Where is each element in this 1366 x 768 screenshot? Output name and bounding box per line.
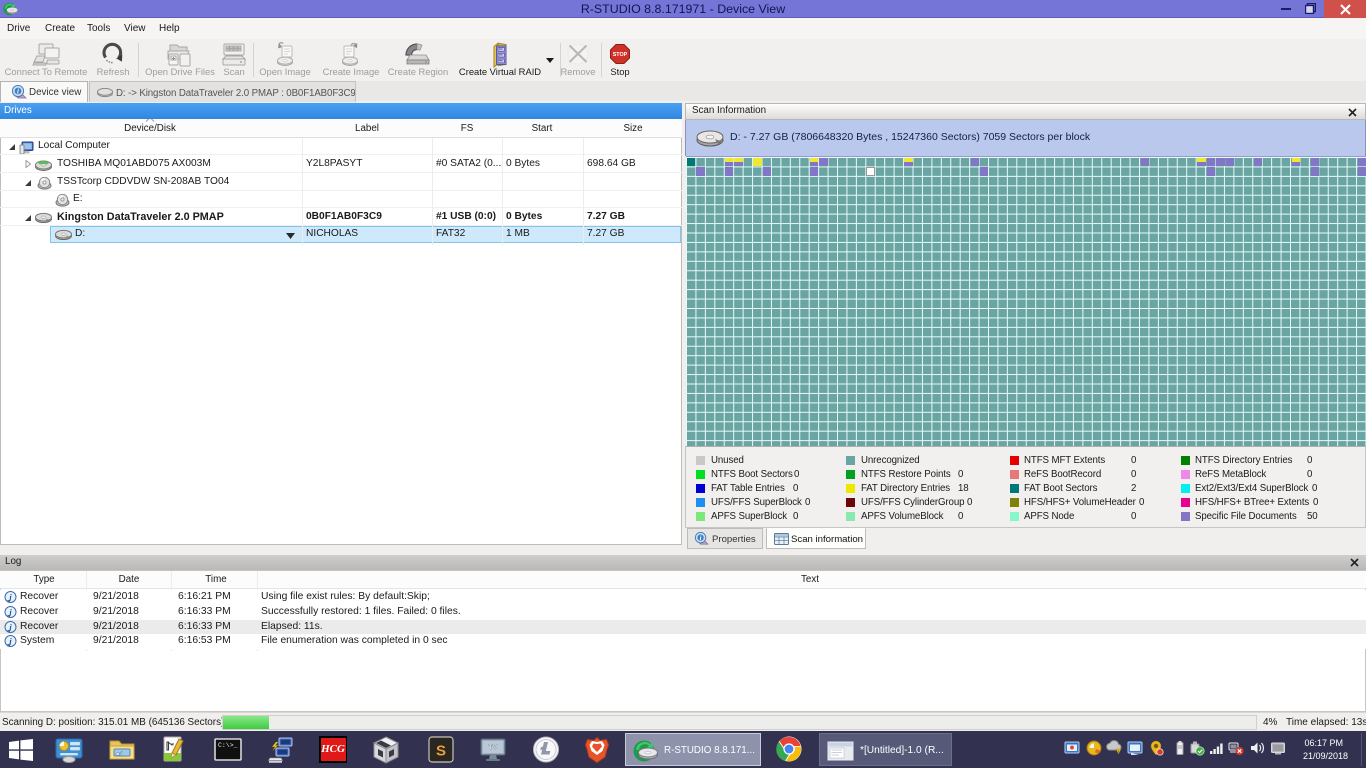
svg-text:C:\>_: C:\>_ xyxy=(218,742,238,749)
svg-text:TV: TV xyxy=(489,745,498,752)
svg-text:STOP: STOP xyxy=(613,52,628,58)
svg-text:S: S xyxy=(436,743,446,760)
svg-text:i: i xyxy=(17,88,19,96)
svg-text:!: ! xyxy=(1118,749,1119,754)
svg-text:i: i xyxy=(700,535,702,542)
